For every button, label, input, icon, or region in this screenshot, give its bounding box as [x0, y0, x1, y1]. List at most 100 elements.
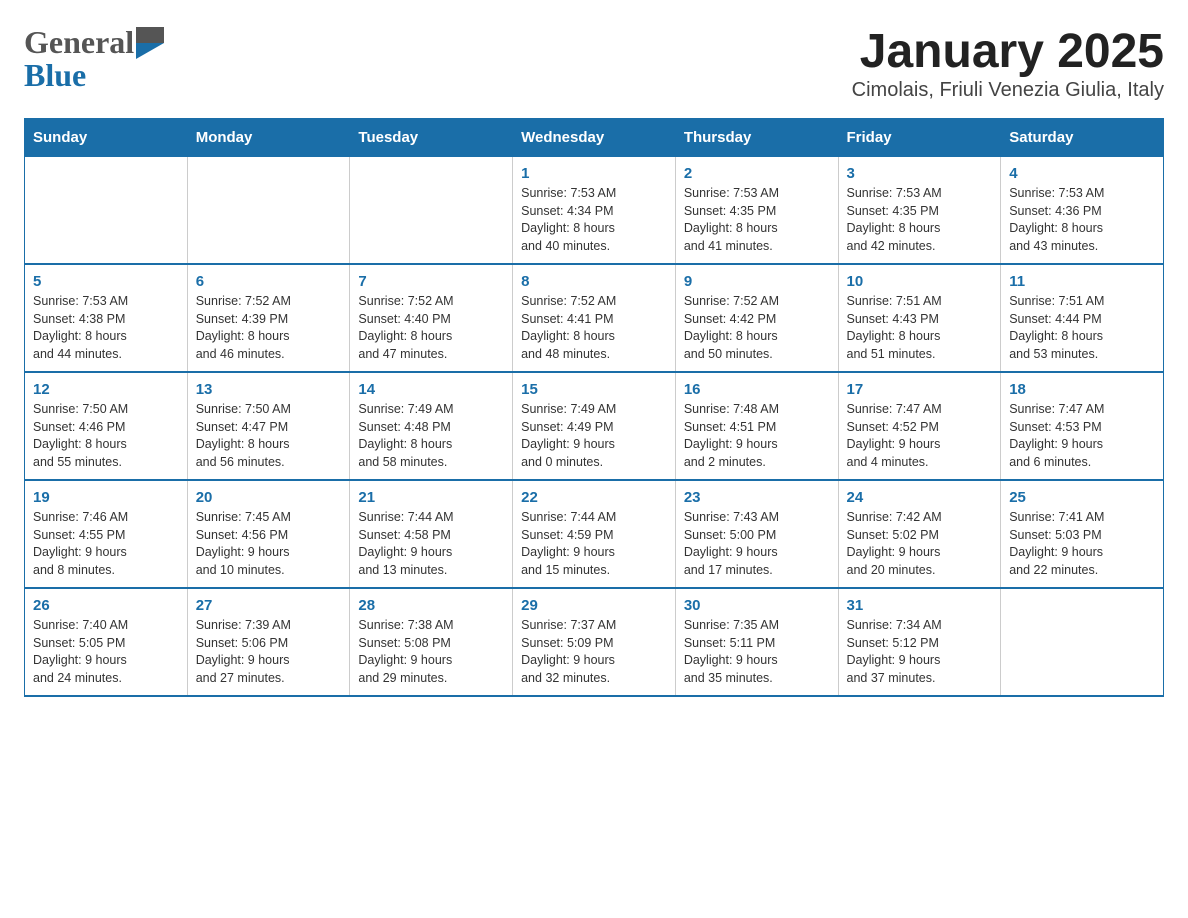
- day-info: Sunrise: 7:41 AM Sunset: 5:03 PM Dayligh…: [1009, 509, 1155, 579]
- day-number: 22: [521, 489, 667, 506]
- day-info: Sunrise: 7:42 AM Sunset: 5:02 PM Dayligh…: [847, 509, 993, 579]
- calendar-cell: 8 Sunrise: 7:52 AM Sunset: 4:41 PM Daylig…: [513, 264, 676, 372]
- day-info: Sunrise: 7:39 AM Sunset: 5:06 PM Dayligh…: [196, 617, 342, 687]
- day-number: 1: [521, 165, 667, 182]
- day-info: Sunrise: 7:34 AM Sunset: 5:12 PM Dayligh…: [847, 617, 993, 687]
- day-info: Sunrise: 7:38 AM Sunset: 5:08 PM Dayligh…: [358, 617, 504, 687]
- logo-blue-text: Blue: [24, 57, 86, 93]
- day-number: 21: [358, 489, 504, 506]
- day-info: Sunrise: 7:53 AM Sunset: 4:35 PM Dayligh…: [847, 185, 993, 255]
- day-info: Sunrise: 7:43 AM Sunset: 5:00 PM Dayligh…: [684, 509, 830, 579]
- day-info: Sunrise: 7:46 AM Sunset: 4:55 PM Dayligh…: [33, 509, 179, 579]
- col-header-tuesday: Tuesday: [350, 119, 513, 157]
- calendar-cell: 13Sunrise: 7:50 AM Sunset: 4:47 PM Dayli…: [187, 372, 350, 480]
- calendar-cell: [1001, 588, 1164, 696]
- logo-flag-icon: [136, 27, 164, 59]
- calendar-week-1: 1 Sunrise: 7:53 AM Sunset: 4:34 PM Daylig…: [25, 157, 1164, 265]
- calendar-cell: 16 Sunrise: 7:48 AM Sunset: 4:51 PM Dayli…: [675, 372, 838, 480]
- day-info: Sunrise: 7:53 AM Sunset: 4:35 PM Dayligh…: [684, 185, 830, 255]
- calendar-cell: 7 Sunrise: 7:52 AM Sunset: 4:40 PM Daylig…: [350, 264, 513, 372]
- day-number: 14: [358, 381, 504, 398]
- calendar-cell: 23 Sunrise: 7:43 AM Sunset: 5:00 PM Dayli…: [675, 480, 838, 588]
- calendar-cell: 22 Sunrise: 7:44 AM Sunset: 4:59 PM Dayli…: [513, 480, 676, 588]
- day-number: 11: [1009, 273, 1155, 290]
- day-number: 10: [847, 273, 993, 290]
- day-info: Sunrise: 7:48 AM Sunset: 4:51 PM Dayligh…: [684, 401, 830, 471]
- calendar-cell: 14 Sunrise: 7:49 AM Sunset: 4:48 PM Dayli…: [350, 372, 513, 480]
- day-info: Sunrise: 7:51 AM Sunset: 4:43 PM Dayligh…: [847, 293, 993, 363]
- day-info: Sunrise: 7:50 AM Sunset: 4:46 PM Dayligh…: [33, 401, 179, 471]
- day-info: Sunrise: 7:52 AM Sunset: 4:42 PM Dayligh…: [684, 293, 830, 363]
- day-info: Sunrise: 7:49 AM Sunset: 4:49 PM Dayligh…: [521, 401, 667, 471]
- calendar-cell: 18 Sunrise: 7:47 AM Sunset: 4:53 PM Dayli…: [1001, 372, 1164, 480]
- day-number: 26: [33, 597, 179, 614]
- calendar-cell: 12Sunrise: 7:50 AM Sunset: 4:46 PM Dayli…: [25, 372, 188, 480]
- col-header-wednesday: Wednesday: [513, 119, 676, 157]
- day-number: 13: [196, 381, 342, 398]
- day-number: 17: [847, 381, 993, 398]
- calendar-cell: 21 Sunrise: 7:44 AM Sunset: 4:58 PM Dayli…: [350, 480, 513, 588]
- day-number: 6: [196, 273, 342, 290]
- day-info: Sunrise: 7:40 AM Sunset: 5:05 PM Dayligh…: [33, 617, 179, 687]
- col-header-friday: Friday: [838, 119, 1001, 157]
- day-info: Sunrise: 7:44 AM Sunset: 4:58 PM Dayligh…: [358, 509, 504, 579]
- calendar-header-row: SundayMondayTuesdayWednesdayThursdayFrid…: [25, 119, 1164, 157]
- logo-general-text: General: [24, 24, 134, 61]
- calendar-cell: 5 Sunrise: 7:53 AM Sunset: 4:38 PM Daylig…: [25, 264, 188, 372]
- day-number: 8: [521, 273, 667, 290]
- calendar-cell: [25, 157, 188, 265]
- day-info: Sunrise: 7:44 AM Sunset: 4:59 PM Dayligh…: [521, 509, 667, 579]
- day-number: 9: [684, 273, 830, 290]
- calendar-cell: 27Sunrise: 7:39 AM Sunset: 5:06 PM Dayli…: [187, 588, 350, 696]
- calendar-cell: 3 Sunrise: 7:53 AM Sunset: 4:35 PM Daylig…: [838, 157, 1001, 265]
- calendar-cell: 30 Sunrise: 7:35 AM Sunset: 5:11 PM Dayli…: [675, 588, 838, 696]
- calendar-cell: 31 Sunrise: 7:34 AM Sunset: 5:12 PM Dayli…: [838, 588, 1001, 696]
- calendar-cell: 17 Sunrise: 7:47 AM Sunset: 4:52 PM Dayli…: [838, 372, 1001, 480]
- day-number: 15: [521, 381, 667, 398]
- calendar-title: January 2025: [852, 24, 1164, 79]
- calendar-cell: 29 Sunrise: 7:37 AM Sunset: 5:09 PM Dayli…: [513, 588, 676, 696]
- day-info: Sunrise: 7:49 AM Sunset: 4:48 PM Dayligh…: [358, 401, 504, 471]
- day-info: Sunrise: 7:47 AM Sunset: 4:52 PM Dayligh…: [847, 401, 993, 471]
- calendar-cell: 4 Sunrise: 7:53 AM Sunset: 4:36 PM Daylig…: [1001, 157, 1164, 265]
- calendar-cell: 25 Sunrise: 7:41 AM Sunset: 5:03 PM Dayli…: [1001, 480, 1164, 588]
- day-number: 31: [847, 597, 993, 614]
- day-number: 24: [847, 489, 993, 506]
- day-info: Sunrise: 7:52 AM Sunset: 4:41 PM Dayligh…: [521, 293, 667, 363]
- day-info: Sunrise: 7:35 AM Sunset: 5:11 PM Dayligh…: [684, 617, 830, 687]
- calendar-cell: 19Sunrise: 7:46 AM Sunset: 4:55 PM Dayli…: [25, 480, 188, 588]
- day-number: 23: [684, 489, 830, 506]
- day-number: 28: [358, 597, 504, 614]
- day-number: 18: [1009, 381, 1155, 398]
- day-number: 3: [847, 165, 993, 182]
- day-info: Sunrise: 7:37 AM Sunset: 5:09 PM Dayligh…: [521, 617, 667, 687]
- day-info: Sunrise: 7:51 AM Sunset: 4:44 PM Dayligh…: [1009, 293, 1155, 363]
- calendar-cell: 26 Sunrise: 7:40 AM Sunset: 5:05 PM Dayli…: [25, 588, 188, 696]
- calendar-cell: [187, 157, 350, 265]
- col-header-monday: Monday: [187, 119, 350, 157]
- logo: General Blue: [24, 24, 164, 94]
- day-info: Sunrise: 7:52 AM Sunset: 4:40 PM Dayligh…: [358, 293, 504, 363]
- day-number: 30: [684, 597, 830, 614]
- calendar-cell: 1 Sunrise: 7:53 AM Sunset: 4:34 PM Daylig…: [513, 157, 676, 265]
- calendar-week-3: 12Sunrise: 7:50 AM Sunset: 4:46 PM Dayli…: [25, 372, 1164, 480]
- calendar-cell: 2Sunrise: 7:53 AM Sunset: 4:35 PM Daylig…: [675, 157, 838, 265]
- page-header: General Blue January 2025 Cimolais, Friu…: [24, 24, 1164, 102]
- calendar-week-4: 19Sunrise: 7:46 AM Sunset: 4:55 PM Dayli…: [25, 480, 1164, 588]
- day-number: 5: [33, 273, 179, 290]
- day-info: Sunrise: 7:47 AM Sunset: 4:53 PM Dayligh…: [1009, 401, 1155, 471]
- day-info: Sunrise: 7:53 AM Sunset: 4:34 PM Dayligh…: [521, 185, 667, 255]
- day-info: Sunrise: 7:53 AM Sunset: 4:36 PM Dayligh…: [1009, 185, 1155, 255]
- day-number: 25: [1009, 489, 1155, 506]
- day-info: Sunrise: 7:53 AM Sunset: 4:38 PM Dayligh…: [33, 293, 179, 363]
- calendar-cell: 9 Sunrise: 7:52 AM Sunset: 4:42 PM Daylig…: [675, 264, 838, 372]
- day-number: 29: [521, 597, 667, 614]
- day-info: Sunrise: 7:52 AM Sunset: 4:39 PM Dayligh…: [196, 293, 342, 363]
- day-number: 7: [358, 273, 504, 290]
- day-number: 16: [684, 381, 830, 398]
- calendar-cell: 11 Sunrise: 7:51 AM Sunset: 4:44 PM Dayli…: [1001, 264, 1164, 372]
- day-info: Sunrise: 7:45 AM Sunset: 4:56 PM Dayligh…: [196, 509, 342, 579]
- calendar-table: SundayMondayTuesdayWednesdayThursdayFrid…: [24, 118, 1164, 697]
- day-number: 4: [1009, 165, 1155, 182]
- col-header-thursday: Thursday: [675, 119, 838, 157]
